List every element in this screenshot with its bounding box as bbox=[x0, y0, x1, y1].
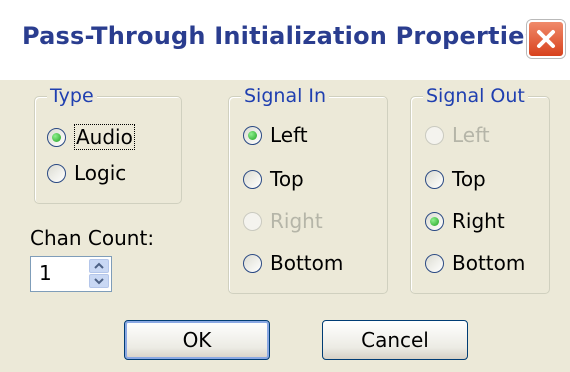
signal-out-legend: Signal Out bbox=[423, 85, 528, 107]
signal-in-label: Top bbox=[270, 167, 304, 191]
spinner-down-button[interactable] bbox=[89, 274, 109, 288]
signal-out-top[interactable]: Top bbox=[425, 165, 486, 193]
radio-button[interactable] bbox=[47, 163, 66, 183]
signal-in-bottom[interactable]: Bottom bbox=[243, 249, 343, 277]
radio-button bbox=[243, 211, 262, 231]
radio-button[interactable] bbox=[47, 127, 66, 147]
signal-out-group: Signal Out Left Top Right Bottom bbox=[410, 85, 550, 294]
dialog-body: Type Audio Logic Chan Count: 1 Signal In… bbox=[0, 80, 570, 372]
close-button[interactable] bbox=[527, 20, 565, 58]
radio-button[interactable] bbox=[425, 169, 444, 189]
signal-out-label: Right bbox=[452, 209, 505, 233]
type-option-logic[interactable]: Logic bbox=[47, 159, 126, 187]
radio-selected-dot bbox=[248, 130, 257, 140]
type-option-audio[interactable]: Audio bbox=[47, 123, 135, 151]
radio-button[interactable] bbox=[425, 253, 444, 273]
spinner-up-button[interactable] bbox=[89, 259, 109, 273]
chevron-up-icon bbox=[94, 262, 104, 269]
close-icon bbox=[537, 30, 555, 48]
radio-button[interactable] bbox=[243, 125, 262, 145]
radio-button[interactable] bbox=[243, 169, 262, 189]
window-title: Pass-Through Initialization Properties bbox=[22, 22, 540, 50]
signal-out-left: Left bbox=[425, 121, 490, 149]
radio-button[interactable] bbox=[243, 253, 262, 273]
signal-out-right[interactable]: Right bbox=[425, 207, 505, 235]
radio-selected-dot bbox=[430, 216, 439, 226]
signal-out-label: Top bbox=[452, 167, 486, 191]
title-bar[interactable]: Pass-Through Initialization Properties bbox=[0, 0, 570, 80]
signal-in-label: Left bbox=[270, 123, 308, 147]
signal-in-label: Right bbox=[270, 209, 323, 233]
signal-out-bottom[interactable]: Bottom bbox=[425, 249, 525, 277]
chan-count-value[interactable]: 1 bbox=[39, 261, 52, 285]
spinner-buttons bbox=[89, 259, 109, 289]
signal-in-label: Bottom bbox=[270, 251, 344, 275]
signal-in-top[interactable]: Top bbox=[243, 165, 304, 193]
cancel-button[interactable]: Cancel bbox=[322, 320, 468, 360]
type-group-legend: Type bbox=[47, 85, 97, 107]
signal-out-label: Left bbox=[452, 123, 490, 147]
chan-count-label: Chan Count: bbox=[30, 226, 155, 250]
signal-in-left[interactable]: Left bbox=[243, 121, 308, 149]
ok-button[interactable]: OK bbox=[124, 320, 270, 360]
signal-in-right: Right bbox=[243, 207, 323, 235]
signal-in-group: Signal In Left Top Right Bottom bbox=[228, 85, 388, 294]
dialog-window: Pass-Through Initialization Properties T… bbox=[0, 0, 570, 372]
chan-count-spinner[interactable]: 1 bbox=[30, 256, 112, 292]
chevron-down-icon bbox=[94, 278, 104, 285]
signal-in-legend: Signal In bbox=[241, 85, 330, 107]
signal-out-label: Bottom bbox=[452, 251, 526, 275]
radio-selected-dot bbox=[52, 132, 61, 142]
type-option-label: Logic bbox=[74, 161, 127, 185]
type-option-label: Audio bbox=[74, 124, 135, 150]
radio-button[interactable] bbox=[425, 211, 444, 231]
radio-button bbox=[425, 125, 444, 145]
type-group: Type Audio Logic bbox=[34, 85, 182, 204]
